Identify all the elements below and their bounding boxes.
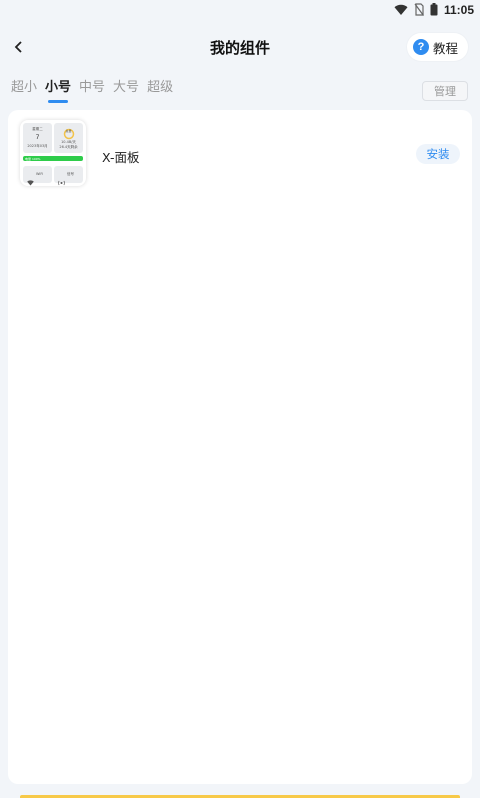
widget-preview-grid: 星期二 7 2023年03月 总量 10.4B/天 26.4天剩余 电量 100…	[23, 123, 83, 186]
tab-small[interactable]: 小号	[45, 79, 71, 103]
help-icon: ?	[412, 39, 429, 55]
tab-super[interactable]: 超级	[147, 79, 173, 97]
widget-row: 星期二 7 2023年03月 总量 10.4B/天 26.4天剩余 电量 100…	[20, 120, 460, 190]
status-bar: 11:05	[0, 0, 480, 20]
preview-wifi-icon	[27, 171, 34, 190]
widget-list-card: 星期二 7 2023年03月 总量 10.4B/天 26.4天剩余 电量 100…	[8, 110, 472, 784]
preview-usage-bottom: 26.4天剩余	[59, 145, 78, 149]
preview-usage-top: 10.4B/天	[61, 140, 76, 144]
battery-icon	[430, 1, 438, 20]
preview-signal-text: 信号	[67, 172, 74, 176]
install-button[interactable]: 安装	[416, 144, 460, 164]
tab-extra-small[interactable]: 超小	[11, 79, 37, 97]
preview-day: 星期二	[32, 127, 43, 131]
preview-wifi-text: WiFi	[36, 172, 44, 176]
preview-date-num: 7	[35, 134, 40, 141]
tab-large[interactable]: 大号	[113, 79, 139, 97]
tutorial-label: 教程	[432, 40, 458, 56]
widget-name: X-面板	[102, 150, 140, 165]
status-icons: 11:05	[394, 2, 474, 18]
wifi-icon	[394, 1, 408, 20]
tab-medium[interactable]: 中号	[79, 79, 105, 97]
preview-battery-label: 电量 100%	[25, 156, 41, 161]
size-tabs: 超小 小号 中号 大号 超级	[11, 79, 181, 103]
preview-ring-label: 总量	[65, 129, 72, 133]
preview-date-full: 2023年03月	[27, 144, 48, 148]
header: 我的组件 ? 教程	[0, 30, 480, 64]
manage-button[interactable]: 管理	[422, 81, 468, 101]
widget-preview-thumbnail[interactable]: 星期二 7 2023年03月 总量 10.4B/天 26.4天剩余 电量 100…	[20, 120, 86, 186]
no-sim-icon	[414, 1, 424, 20]
status-time: 11:05	[443, 3, 474, 17]
tutorial-button[interactable]: ? 教程	[406, 33, 468, 61]
preview-signal-icon	[58, 171, 65, 190]
